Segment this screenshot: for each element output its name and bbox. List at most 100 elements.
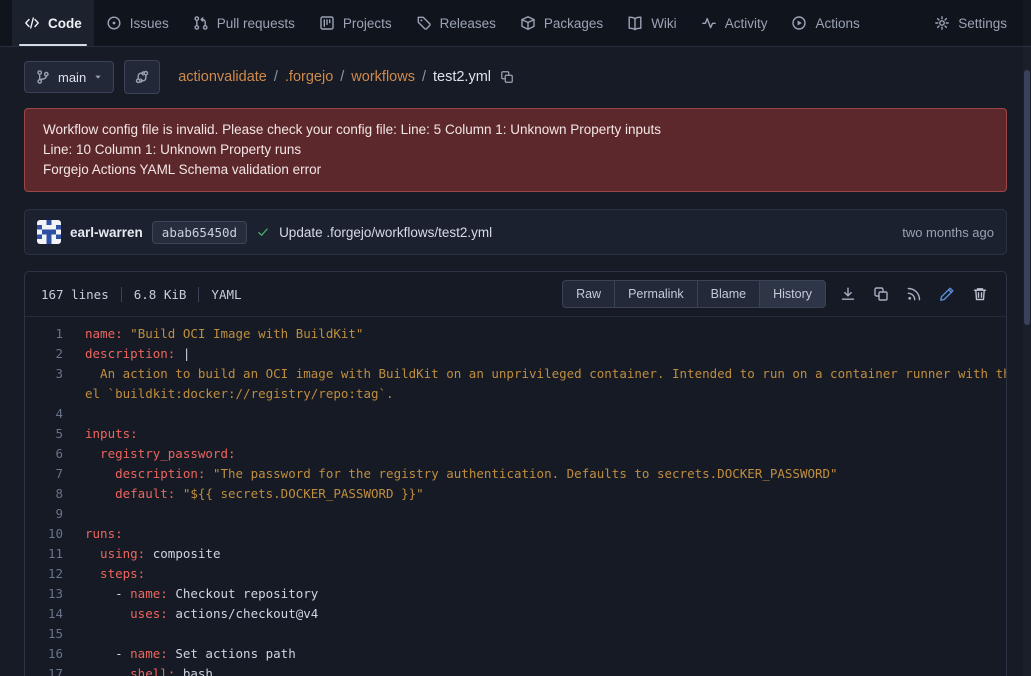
blame-button[interactable]: Blame xyxy=(697,280,759,308)
commit-status-check-icon[interactable] xyxy=(256,225,270,239)
breadcrumb-dir-link[interactable]: workflows xyxy=(351,69,415,85)
breadcrumb: actionvalidate / .forgejo / workflows / … xyxy=(178,69,514,85)
tab-code[interactable]: Code xyxy=(12,0,94,46)
page-scrollbar[interactable] xyxy=(1023,0,1031,676)
code-line-content: using: composite xyxy=(85,544,1006,564)
compare-button[interactable] xyxy=(124,60,160,94)
divider xyxy=(198,287,199,302)
line-number[interactable] xyxy=(25,384,85,404)
rss-icon xyxy=(906,286,922,302)
code-line: 5inputs: xyxy=(25,424,1006,444)
download-button[interactable] xyxy=(838,284,858,304)
code-line: 16 - name: Set actions path xyxy=(25,644,1006,664)
code-line-content xyxy=(85,404,1006,424)
file-header: 167 lines 6.8 KiB YAML Raw Permalink Bla… xyxy=(25,272,1006,317)
code-line-content: description: "The password for the regis… xyxy=(85,464,1006,484)
scrollbar-thumb[interactable] xyxy=(1024,70,1030,325)
line-number[interactable]: 4 xyxy=(25,404,85,424)
tab-projects[interactable]: Projects xyxy=(307,0,404,46)
line-number[interactable]: 11 xyxy=(25,544,85,564)
code-line: 10runs: xyxy=(25,524,1006,544)
tab-label: Issues xyxy=(130,16,169,31)
code-line-content: An action to build an OCI image with Bui… xyxy=(85,364,1006,384)
tab-label: Settings xyxy=(958,16,1007,31)
line-number[interactable]: 8 xyxy=(25,484,85,504)
book-icon xyxy=(627,15,643,31)
line-number[interactable]: 2 xyxy=(25,344,85,364)
commit-sha-badge[interactable]: abab65450d xyxy=(152,221,247,244)
code-line-content: registry_password: xyxy=(85,444,1006,464)
code-line-content: inputs: xyxy=(85,424,1006,444)
tab-actions[interactable]: Actions xyxy=(779,0,871,46)
caret-down-icon xyxy=(93,72,103,82)
code-line-content: default: "${{ secrets.DOCKER_PASSWORD }}… xyxy=(85,484,1006,504)
tab-label: Actions xyxy=(815,16,859,31)
commit-time: two months ago xyxy=(902,225,994,240)
file-actions: Raw Permalink Blame History xyxy=(562,280,996,308)
commit-message-link[interactable]: Update .forgejo/workflows/test2.yml xyxy=(279,225,492,240)
identicon-image xyxy=(37,220,61,244)
tab-packages[interactable]: Packages xyxy=(508,0,615,46)
permalink-button[interactable]: Permalink xyxy=(614,280,697,308)
line-number[interactable]: 17 xyxy=(25,664,85,676)
tab-issues[interactable]: Issues xyxy=(94,0,181,46)
code-line-content: uses: actions/checkout@v4 xyxy=(85,604,1006,624)
raw-button[interactable]: Raw xyxy=(562,280,614,308)
commit-author-link[interactable]: earl-warren xyxy=(70,225,143,240)
code-line: 13 - name: Checkout repository xyxy=(25,584,1006,604)
line-number[interactable]: 12 xyxy=(25,564,85,584)
line-number[interactable]: 6 xyxy=(25,444,85,464)
line-number[interactable]: 9 xyxy=(25,504,85,524)
git-branch-icon xyxy=(35,69,51,85)
code-line-content xyxy=(85,504,1006,524)
code-line: 8 default: "${{ secrets.DOCKER_PASSWORD … xyxy=(25,484,1006,504)
code-line-content: name: "Build OCI Image with BuildKit" xyxy=(85,324,1006,344)
delete-file-button[interactable] xyxy=(970,284,990,304)
tab-label: Releases xyxy=(440,16,496,31)
tab-releases[interactable]: Releases xyxy=(404,0,508,46)
edit-file-button[interactable] xyxy=(937,284,957,304)
copy-content-button[interactable] xyxy=(871,284,891,304)
code-line-content: runs: xyxy=(85,524,1006,544)
breadcrumb-separator: / xyxy=(422,69,426,85)
branch-name: main xyxy=(58,70,86,85)
line-number[interactable]: 13 xyxy=(25,584,85,604)
code-line: 2description: | xyxy=(25,344,1006,364)
issue-opened-icon xyxy=(106,15,122,31)
branch-selector[interactable]: main xyxy=(24,61,114,93)
tab-settings[interactable]: Settings xyxy=(922,0,1019,46)
breadcrumb-dir-link[interactable]: .forgejo xyxy=(285,69,333,85)
download-icon xyxy=(840,286,856,302)
pull-request-icon xyxy=(193,15,209,31)
history-button[interactable]: History xyxy=(759,280,826,308)
code-line-content: shell: bash xyxy=(85,664,1006,676)
breadcrumb-repo-link[interactable]: actionvalidate xyxy=(178,69,267,85)
copy-path-button[interactable] xyxy=(500,70,514,84)
tab-wiki[interactable]: Wiki xyxy=(615,0,689,46)
tab-label: Packages xyxy=(544,16,603,31)
tab-activity[interactable]: Activity xyxy=(689,0,780,46)
line-number[interactable]: 7 xyxy=(25,464,85,484)
line-number[interactable]: 1 xyxy=(25,324,85,344)
avatar[interactable] xyxy=(37,220,61,244)
line-number[interactable]: 5 xyxy=(25,424,85,444)
code-line: 6 registry_password: xyxy=(25,444,1006,464)
rss-feed-button[interactable] xyxy=(904,284,924,304)
line-number[interactable]: 14 xyxy=(25,604,85,624)
line-number[interactable]: 15 xyxy=(25,624,85,644)
line-number[interactable]: 3 xyxy=(25,364,85,384)
copy-icon xyxy=(500,70,514,84)
line-number[interactable]: 10 xyxy=(25,524,85,544)
copy-icon xyxy=(873,286,889,302)
package-icon xyxy=(520,15,536,31)
code-line: 14 uses: actions/checkout@v4 xyxy=(25,604,1006,624)
git-compare-icon xyxy=(134,69,150,85)
code-line: 12 steps: xyxy=(25,564,1006,584)
error-line: Forgejo Actions YAML Schema validation e… xyxy=(43,160,988,180)
code-line-content: steps: xyxy=(85,564,1006,584)
error-banner: Workflow config file is invalid. Please … xyxy=(24,108,1007,192)
line-number[interactable]: 16 xyxy=(25,644,85,664)
edit-pencil-icon xyxy=(939,286,955,302)
tab-pull-requests[interactable]: Pull requests xyxy=(181,0,307,46)
code-line-content: - name: Set actions path xyxy=(85,644,1006,664)
